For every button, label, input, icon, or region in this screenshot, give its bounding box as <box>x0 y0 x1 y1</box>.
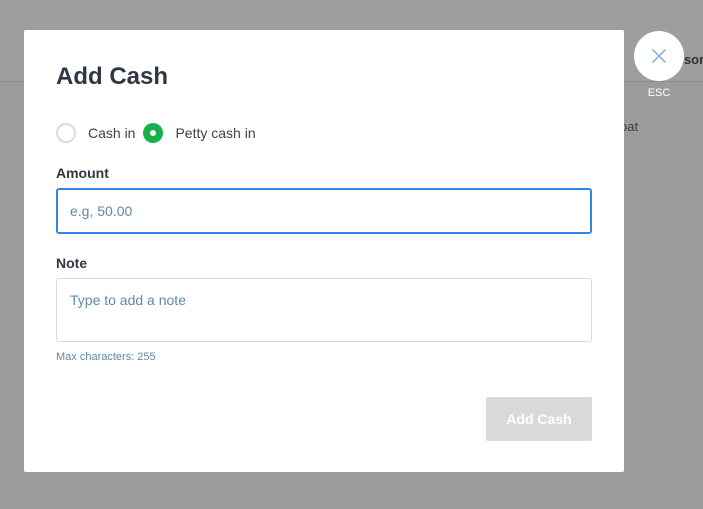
add-cash-button[interactable]: Add Cash <box>486 397 592 441</box>
add-cash-modal: Add Cash Cash in Petty cash in Amount No… <box>24 30 624 472</box>
radio-label-cash-in: Cash in <box>88 125 136 141</box>
radio-selected-dot <box>150 130 157 136</box>
radio-label-petty-cash-in: Petty cash in <box>175 125 256 141</box>
radio-petty-cash-in[interactable] <box>143 123 164 143</box>
esc-label: ESC <box>647 87 671 99</box>
close-button[interactable] <box>634 31 684 81</box>
note-input[interactable] <box>56 278 592 342</box>
amount-label: Amount <box>56 165 109 181</box>
note-char-limit-hint: Max characters: 255 <box>56 351 156 363</box>
cash-type-radio-group: Cash in Petty cash in <box>56 122 264 144</box>
modal-title: Add Cash <box>56 63 169 90</box>
close-icon <box>652 49 666 63</box>
amount-input[interactable] <box>56 188 592 234</box>
radio-cash-in[interactable] <box>56 123 76 143</box>
radio-option-petty-cash-in[interactable]: Petty cash in <box>143 123 256 143</box>
note-label: Note <box>56 255 88 271</box>
radio-option-cash-in[interactable]: Cash in <box>56 123 135 143</box>
